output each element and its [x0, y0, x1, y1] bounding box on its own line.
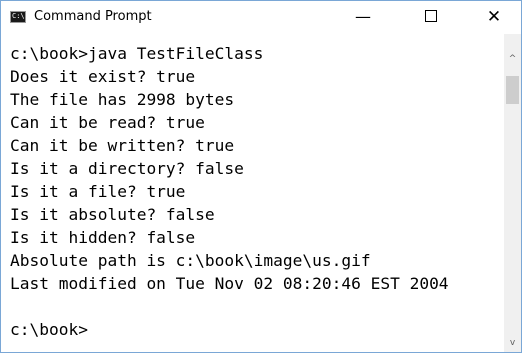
maximize-button[interactable] — [408, 1, 454, 33]
console-line: c:\book>java TestFileClass — [10, 44, 264, 63]
console-line: Does it exist? true — [10, 67, 196, 86]
maximize-icon — [425, 10, 437, 22]
title-bar[interactable]: C:\ Command Prompt — ✕ — [1, 1, 521, 34]
command-prompt-window: C:\ Command Prompt — ✕ c:\book>java Test… — [0, 0, 522, 353]
console-line: Can it be written? true — [10, 136, 235, 155]
vertical-scrollbar[interactable]: ^ v — [504, 34, 521, 352]
close-icon: ✕ — [486, 7, 502, 27]
console-line: Absolute path is c:\book\image\us.gif — [10, 251, 371, 270]
console-line: The file has 2998 bytes — [10, 90, 235, 109]
window-title: Command Prompt — [34, 9, 152, 24]
scrollbar-thumb[interactable] — [506, 76, 519, 104]
scroll-up-icon[interactable]: ^ — [504, 51, 521, 68]
scroll-down-icon[interactable]: v — [504, 335, 521, 352]
console-line: Last modified on Tue Nov 02 08:20:46 EST… — [10, 274, 449, 293]
minimize-icon: — — [355, 7, 371, 26]
console-output[interactable]: c:\book>java TestFileClass Does it exist… — [1, 34, 504, 352]
console-line: Is it a file? true — [10, 182, 186, 201]
console-line: Is it absolute? false — [10, 205, 215, 224]
close-button[interactable]: ✕ — [471, 1, 517, 33]
console-line: Is it a directory? false — [10, 159, 244, 178]
cmd-app-icon[interactable]: C:\ — [10, 11, 26, 23]
minimize-button[interactable]: — — [340, 1, 386, 33]
console-prompt-line: c:\book> — [10, 320, 88, 339]
console-line: Is it hidden? false — [10, 228, 196, 247]
console-line: Can it be read? true — [10, 113, 205, 132]
